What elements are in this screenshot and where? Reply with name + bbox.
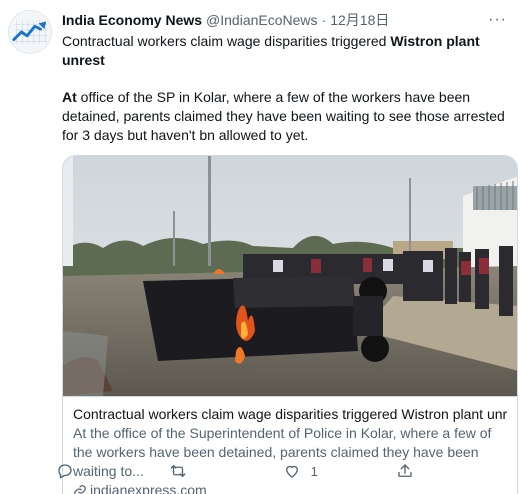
tweet-content: India Economy News @IndianEcoNews · 12月1… — [62, 10, 518, 494]
like-count: 1 — [310, 463, 318, 479]
card-title[interactable]: Contractual workers claim wage dispariti… — [73, 405, 507, 424]
tweet-text-paragraph: At office of the SP in Kolar, where a fe… — [62, 88, 507, 145]
action-bar: 1 — [56, 462, 456, 480]
tweet-text-plain: Contractual workers claim wage dispariti… — [62, 33, 391, 49]
tweet[interactable]: India Economy News @IndianEcoNews · 12月1… — [0, 0, 521, 494]
like-button[interactable]: 1 — [283, 462, 343, 480]
avatar[interactable] — [8, 10, 52, 54]
retweet-button[interactable] — [169, 462, 229, 480]
tweet-header: India Economy News @IndianEcoNews · 12月1… — [62, 10, 507, 30]
card-domain[interactable]: indianexpress.com — [73, 481, 507, 494]
separator: · — [321, 12, 327, 28]
avatar-column — [8, 10, 54, 494]
card-domain-text: indianexpress.com — [90, 482, 207, 494]
retweet-icon — [170, 465, 186, 477]
tweet-timestamp[interactable]: 12月18日 — [330, 10, 389, 30]
more-options-icon[interactable]: ··· — [488, 11, 507, 29]
share-button[interactable] — [396, 462, 456, 480]
author-name[interactable]: India Economy News — [62, 12, 202, 28]
heart-icon — [285, 465, 298, 478]
tweet-text-bold-start: At — [62, 89, 77, 105]
author-handle[interactable]: @IndianEcoNews — [206, 12, 318, 28]
reply-icon — [58, 464, 72, 479]
share-icon — [398, 464, 412, 477]
link-icon — [74, 484, 86, 494]
link-preview-card[interactable]: Contractual workers claim wage dispariti… — [62, 155, 518, 494]
tweet-text-line1: Contractual workers claim wage dispariti… — [62, 32, 507, 70]
tweet-text-body: office of the SP in Kolar, where a few o… — [62, 89, 505, 143]
reply-button[interactable] — [56, 462, 116, 480]
card-image — [63, 156, 517, 396]
